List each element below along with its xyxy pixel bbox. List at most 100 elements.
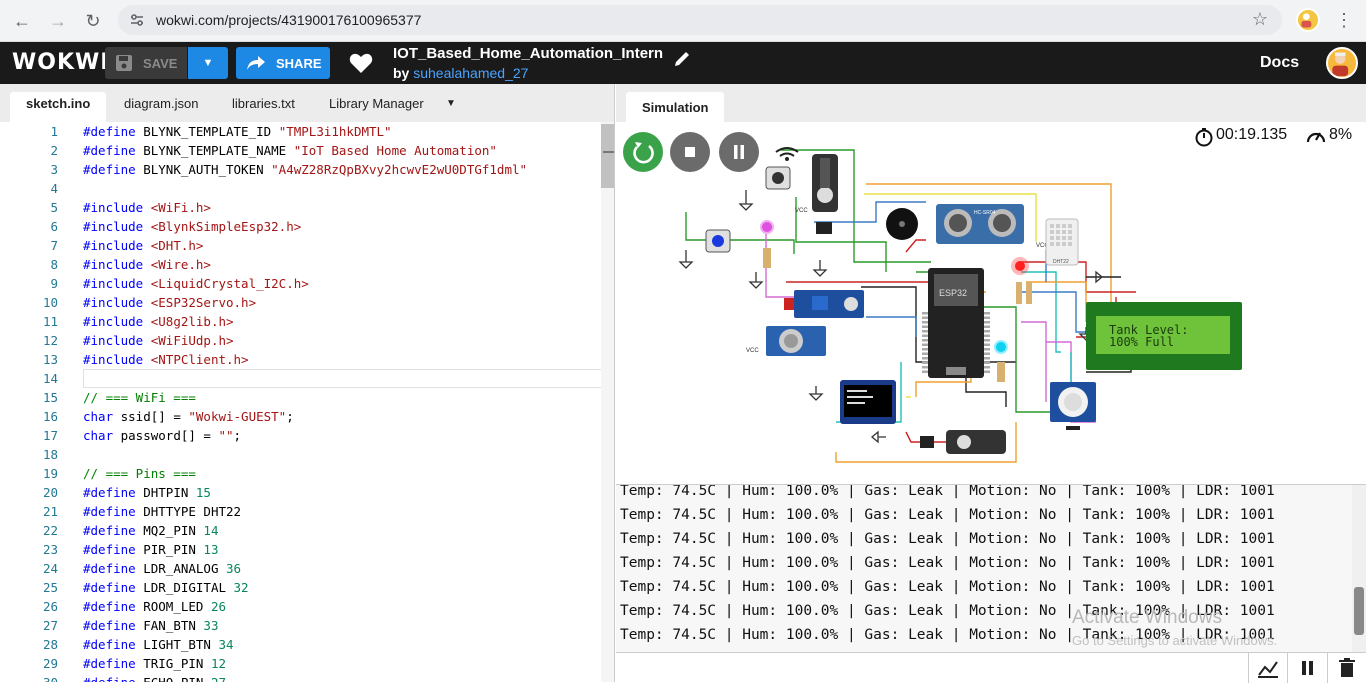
esp32-pin[interactable]	[922, 348, 928, 351]
esp32-pin[interactable]	[984, 339, 990, 342]
code-line[interactable]: 30 #define ECHO_PIN 27	[0, 675, 600, 682]
code-line[interactable]: 29 #define TRIG_PIN 12	[0, 656, 600, 675]
url-text[interactable]: wokwi.com/projects/431900176100965377	[156, 12, 421, 28]
esp32-pin[interactable]	[922, 316, 928, 320]
oled-display[interactable]	[840, 380, 896, 424]
tabs-menu-icon[interactable]: ▼	[446, 98, 456, 109]
esp32-pin[interactable]	[984, 312, 990, 315]
code-line[interactable]: 10 #include <ESP32Servo.h>	[0, 295, 600, 314]
esp32-pin[interactable]	[922, 343, 928, 347]
led-red[interactable]	[1011, 257, 1032, 304]
editor-scrollbar-thumb[interactable]	[601, 124, 614, 188]
code-line[interactable]: 7 #include <DHT.h>	[0, 238, 600, 257]
led-magenta[interactable]	[760, 220, 774, 268]
esp32-pin[interactable]	[922, 361, 928, 365]
code-line[interactable]: 12 #include <WiFiUdp.h>	[0, 333, 600, 352]
esp32-pin[interactable]	[984, 348, 990, 351]
share-button[interactable]: SHARE	[236, 47, 330, 79]
plotter-button[interactable]	[1248, 653, 1286, 683]
code-line[interactable]: 25 #define LDR_DIGITAL 32	[0, 580, 600, 599]
led-cyan[interactable]	[994, 340, 1008, 382]
forward-icon[interactable]: →	[46, 9, 70, 33]
esp32-pin[interactable]	[922, 312, 928, 315]
tab-simulation[interactable]: Simulation	[626, 92, 725, 122]
esp32-pin[interactable]	[922, 352, 928, 356]
tab-sketch-ino[interactable]: sketch.ino	[10, 92, 107, 122]
esp32-pin[interactable]	[922, 339, 928, 342]
esp32-pin[interactable]	[984, 366, 990, 369]
serial-pause-button[interactable]	[1287, 653, 1325, 683]
code-line[interactable]: 26 #define ROOM_LED 26	[0, 599, 600, 618]
dht22-sensor[interactable]: DHT22	[1045, 218, 1079, 266]
site-info-icon[interactable]	[130, 13, 144, 27]
code-line[interactable]: 24 #define LDR_ANALOG 36	[0, 561, 600, 580]
code-editor[interactable]: 1 #define BLYNK_TEMPLATE_ID "TMPL3i1hkDMT…	[0, 122, 615, 682]
code-line[interactable]: 8 #include <Wire.h>	[0, 257, 600, 276]
wokwi-logo[interactable]: WOKWI	[12, 50, 109, 75]
esp32-pin[interactable]	[984, 343, 990, 347]
pir-motion-sensor[interactable]	[1050, 382, 1096, 430]
heart-icon[interactable]	[349, 52, 373, 74]
esp32-pin[interactable]	[922, 366, 928, 369]
menu-icon[interactable]: ⋮	[1334, 8, 1354, 32]
code-line[interactable]: 2 #define BLYNK_TEMPLATE_NAME "IoT Based …	[0, 143, 600, 162]
esp32-board[interactable]: ESP32	[922, 268, 990, 378]
lcd-display[interactable]: Tank Level: 100% Full	[1086, 302, 1242, 370]
avatar[interactable]	[1326, 47, 1358, 79]
esp32-pin[interactable]	[984, 357, 990, 360]
ldr-sensor-module[interactable]	[784, 290, 864, 318]
code-line[interactable]: 21 #define DHTTYPE DHT22	[0, 504, 600, 523]
circuit-diagram[interactable]: VCC VCC VCC HC-SR04 DHT22 ESP32 Tank Lev…	[616, 122, 1366, 484]
buzzer[interactable]	[886, 208, 918, 240]
code-line[interactable]: 20 #define DHTPIN 15	[0, 485, 600, 504]
push-button-blue[interactable]	[705, 229, 731, 253]
esp32-pin[interactable]	[984, 325, 990, 329]
code-line[interactable]: 9 #include <LiquidCrystal_I2C.h>	[0, 276, 600, 295]
code-line[interactable]: 6 #include <BlynkSimpleEsp32.h>	[0, 219, 600, 238]
code-line[interactable]: 4	[0, 181, 600, 200]
serial-clear-button[interactable]	[1327, 653, 1365, 683]
code-line[interactable]: 16 char ssid[] = "Wokwi-GUEST";	[0, 409, 600, 428]
esp32-pin[interactable]	[984, 361, 990, 365]
esp32-pin[interactable]	[984, 330, 990, 333]
serial-scrollbar-thumb[interactable]	[1354, 587, 1364, 635]
serial-input-bar[interactable]	[616, 652, 1366, 683]
docs-link[interactable]: Docs	[1260, 54, 1299, 72]
esp32-pin[interactable]	[984, 352, 990, 356]
esp32-pin[interactable]	[922, 334, 928, 338]
code-line[interactable]: 11 #include <U8g2lib.h>	[0, 314, 600, 333]
esp32-pin[interactable]	[922, 357, 928, 360]
project-title[interactable]: IOT_Based_Home_Automation_Intern	[393, 45, 663, 62]
esp32-pin[interactable]	[922, 325, 928, 329]
tab-libraries-txt[interactable]: libraries.txt	[232, 96, 295, 111]
tab-library-manager[interactable]: Library Manager	[329, 96, 424, 111]
code-line[interactable]: 23 #define PIR_PIN 13	[0, 542, 600, 561]
back-icon[interactable]: ←	[10, 9, 34, 33]
servo-bottom[interactable]	[920, 430, 1006, 454]
esp32-pin[interactable]	[922, 321, 928, 324]
star-icon[interactable]: ☆	[1252, 9, 1268, 30]
code-line[interactable]: 13 #include <NTPClient.h>	[0, 352, 600, 371]
address-bar[interactable]: wokwi.com/projects/431900176100965377 ☆	[118, 5, 1282, 35]
esp32-pin[interactable]	[984, 370, 990, 374]
save-dropdown-button[interactable]: ▼	[188, 47, 228, 79]
pencil-icon[interactable]	[672, 49, 692, 69]
profile-icon[interactable]	[1296, 8, 1320, 32]
code-line[interactable]: 1 #define BLYNK_TEMPLATE_ID "TMPL3i1hkDMT…	[0, 124, 600, 143]
esp32-pin[interactable]	[984, 334, 990, 338]
esp32-pin[interactable]	[984, 316, 990, 320]
gas-sensor-mq2[interactable]	[766, 326, 826, 356]
code-line[interactable]: 5 #include <WiFi.h>	[0, 200, 600, 219]
code-line[interactable]: 22 #define MQ2_PIN 14	[0, 523, 600, 542]
esp32-pin[interactable]	[922, 330, 928, 333]
esp32-pin[interactable]	[984, 321, 990, 324]
code-line[interactable]: 18	[0, 447, 600, 466]
reload-icon[interactable]: ↻	[81, 9, 105, 33]
esp32-pin[interactable]	[922, 370, 928, 374]
simulation-canvas[interactable]: 00:19.135 8% VCC VCC VCC HC-SR04 DHT22 E…	[616, 122, 1366, 484]
code-line[interactable]: 3 #define BLYNK_AUTH_TOKEN "A4wZ28RzQpBXv…	[0, 162, 600, 181]
code-line[interactable]: 14	[0, 371, 600, 390]
ultrasonic-sensor[interactable]: HC-SR04	[936, 204, 1024, 244]
save-button[interactable]: SAVE	[105, 47, 187, 79]
code-line[interactable]: 28 #define LIGHT_BTN 34	[0, 637, 600, 656]
